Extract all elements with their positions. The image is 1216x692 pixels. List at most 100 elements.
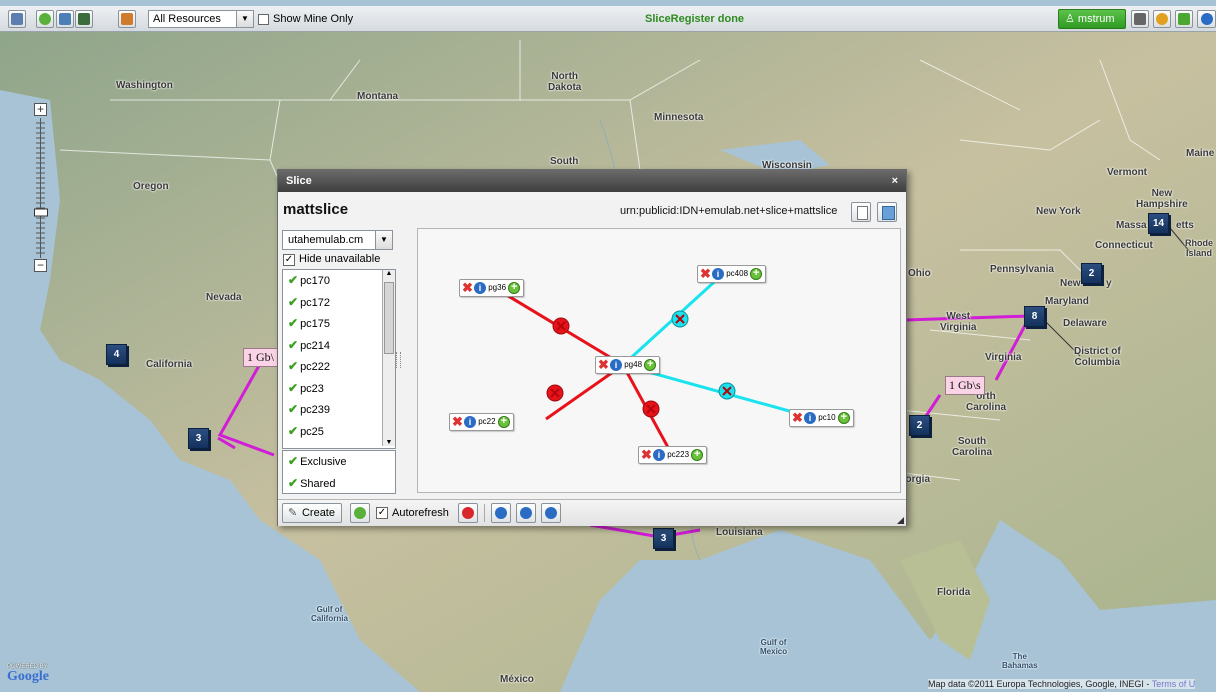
map-label-gulf-of-mexico: Gulf of Mexico bbox=[760, 638, 788, 656]
list-item-label: pc25 bbox=[300, 425, 324, 438]
link-label-east[interactable]: 1 Gb\s bbox=[945, 376, 985, 395]
list-item[interactable]: ✔ pc170 bbox=[283, 270, 395, 292]
map-copyright: Map data ©2011 Europa Technologies, Goog… bbox=[928, 679, 1196, 689]
zoom-search-button[interactable] bbox=[1153, 10, 1171, 28]
splitter-handle[interactable] bbox=[396, 352, 401, 368]
zoom-out-button[interactable]: − bbox=[34, 259, 47, 272]
stop-button[interactable] bbox=[516, 503, 536, 523]
list-icon bbox=[59, 13, 71, 25]
map-label-pennsylvania: Pennsylvania bbox=[990, 264, 1054, 275]
info-icon[interactable]: i bbox=[464, 415, 476, 428]
console-icon bbox=[78, 13, 90, 25]
terms-link[interactable]: Terms of U bbox=[1152, 679, 1196, 689]
view-rspec-button[interactable] bbox=[851, 202, 871, 222]
info-icon[interactable]: i bbox=[712, 267, 724, 280]
manager-value: utahemulab.cm bbox=[288, 234, 364, 246]
scroll-up-icon[interactable]: ▲ bbox=[383, 270, 395, 277]
dialog-titlebar[interactable]: Slice × bbox=[278, 170, 906, 192]
list-item[interactable]: ✔ pc172 bbox=[283, 292, 395, 314]
list-view-button[interactable] bbox=[56, 10, 74, 28]
search-resources-button[interactable] bbox=[1131, 10, 1149, 28]
map-marker-8[interactable]: 8 bbox=[1024, 306, 1045, 327]
list-item-shared[interactable]: ✔ Shared bbox=[283, 473, 395, 495]
topology-node-pc408[interactable]: ✖ i pc408 + bbox=[697, 265, 767, 283]
settings-button[interactable] bbox=[8, 10, 26, 28]
zoom-control[interactable]: + − bbox=[34, 103, 48, 273]
map-marker-3-south[interactable]: 3 bbox=[653, 528, 674, 549]
topology-node-pc223[interactable]: ✖ i pc223 + bbox=[638, 446, 708, 464]
delete-slice-button[interactable] bbox=[458, 503, 478, 523]
topology-canvas[interactable]: ✖ i pg36 + ✖ i pc408 + ✖ i pg48 + ✖ i pc22 +… bbox=[417, 228, 901, 493]
create-button[interactable]: ✎ Create bbox=[282, 503, 342, 523]
list-item[interactable]: ✔ pc222 bbox=[283, 356, 395, 378]
delete-icon[interactable]: ✖ bbox=[792, 411, 804, 424]
options-list[interactable]: ✔ Exclusive ✔ Shared bbox=[282, 450, 396, 494]
delete-icon[interactable]: ✖ bbox=[462, 281, 474, 294]
info-icon[interactable]: i bbox=[804, 411, 816, 424]
binoculars-icon bbox=[1134, 13, 1146, 25]
map-label-florida: Florida bbox=[937, 587, 971, 598]
map-marker-2-newyork[interactable]: 2 bbox=[1081, 263, 1102, 284]
map-marker-14[interactable]: 14 bbox=[1148, 213, 1169, 234]
map-marker-4[interactable]: 4 bbox=[106, 344, 127, 365]
topology-node-pc10[interactable]: ✖ i pc10 + bbox=[789, 409, 854, 427]
map-label-connecticut: Connecticut bbox=[1095, 240, 1153, 251]
zoom-slider-track[interactable] bbox=[34, 118, 48, 258]
list-item[interactable]: ✔ pc214 bbox=[283, 335, 395, 357]
resize-handle[interactable] bbox=[897, 517, 904, 524]
list-item[interactable]: ✔ pc239 bbox=[283, 399, 395, 421]
node-label: pc10 bbox=[818, 413, 836, 422]
refresh-button[interactable] bbox=[36, 10, 54, 28]
list-item[interactable]: ✔ pc23 bbox=[283, 378, 395, 400]
list-item[interactable]: ✔ pc25 bbox=[283, 421, 395, 443]
info-icon[interactable]: i bbox=[653, 448, 665, 461]
add-icon[interactable]: + bbox=[644, 358, 657, 371]
list-item-label: pc23 bbox=[300, 382, 324, 395]
close-icon[interactable]: × bbox=[892, 170, 898, 192]
restart-button[interactable] bbox=[541, 503, 561, 523]
help-button[interactable] bbox=[1197, 10, 1216, 28]
show-mine-checkbox[interactable] bbox=[258, 14, 269, 25]
start-button[interactable] bbox=[491, 503, 511, 523]
list-item[interactable]: ✔ pc175 bbox=[283, 313, 395, 335]
map-marker-3-west[interactable]: 3 bbox=[188, 428, 209, 449]
console-button[interactable] bbox=[75, 10, 93, 28]
grid-button[interactable] bbox=[1175, 10, 1193, 28]
import-rspec-button[interactable] bbox=[877, 202, 897, 222]
map-marker-2-carolina[interactable]: 2 bbox=[909, 415, 930, 436]
scrollbar-thumb[interactable] bbox=[384, 282, 394, 354]
node-list-scrollbar[interactable]: ▲ ▼ bbox=[382, 270, 395, 446]
hide-unavailable-checkbox[interactable]: ✓ bbox=[283, 254, 295, 266]
manager-select[interactable]: utahemulab.cm ▼ bbox=[282, 230, 393, 250]
info-icon[interactable]: i bbox=[610, 358, 622, 371]
google-text: Google bbox=[7, 669, 49, 684]
scroll-down-icon[interactable]: ▼ bbox=[383, 439, 395, 446]
add-icon[interactable]: + bbox=[750, 267, 763, 280]
delete-icon[interactable]: ✖ bbox=[700, 267, 712, 280]
dialog-title: Slice bbox=[286, 175, 312, 187]
topology-node-pc22[interactable]: ✖ i pc22 + bbox=[449, 413, 514, 431]
add-icon[interactable]: + bbox=[508, 281, 521, 294]
topology-node-pg48[interactable]: ✖ i pg48 + bbox=[595, 356, 661, 374]
link-label-west[interactable]: 1 Gb\ bbox=[243, 348, 278, 367]
add-icon[interactable]: + bbox=[837, 411, 850, 424]
topology-node-pg36[interactable]: ✖ i pg36 + bbox=[459, 279, 525, 297]
map-label-washington: Washington bbox=[116, 80, 173, 91]
user-button[interactable]: ♙ mstrum bbox=[1058, 9, 1126, 29]
list-item-label: pc170 bbox=[300, 275, 331, 287]
topology-button[interactable] bbox=[118, 10, 136, 28]
delete-icon[interactable]: ✖ bbox=[641, 448, 653, 461]
zoom-in-button[interactable]: + bbox=[34, 103, 47, 116]
autorefresh-checkbox[interactable]: ✓ bbox=[376, 507, 388, 519]
delete-icon[interactable]: ✖ bbox=[598, 358, 610, 371]
list-item-exclusive[interactable]: ✔ Exclusive bbox=[283, 451, 395, 473]
refresh-slice-button[interactable] bbox=[350, 503, 370, 523]
resource-filter-select[interactable]: All Resources ▼ bbox=[148, 10, 254, 28]
add-icon[interactable]: + bbox=[497, 415, 510, 428]
dialog-bottom-bar: ✎ Create ✓ Autorefresh bbox=[278, 499, 906, 526]
node-list[interactable]: ✔ pc170 ✔ pc172 ✔ pc175 ✔ pc214 ✔ pc222 ✔ pc23… bbox=[282, 269, 396, 449]
info-icon[interactable]: i bbox=[474, 281, 486, 294]
map-label-massachusetts-end: etts bbox=[1176, 220, 1194, 231]
add-icon[interactable]: + bbox=[691, 448, 704, 461]
delete-icon[interactable]: ✖ bbox=[452, 415, 464, 428]
